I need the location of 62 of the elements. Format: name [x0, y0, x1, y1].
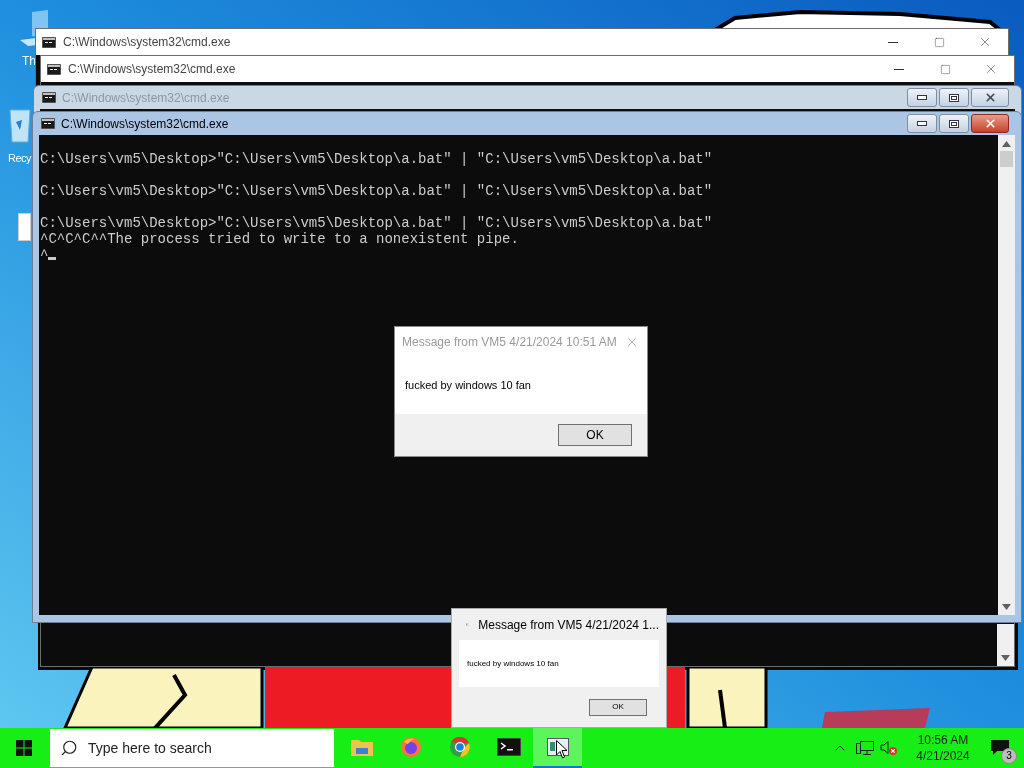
ok-button[interactable]: OK: [589, 698, 647, 716]
windows-logo-icon: [16, 740, 32, 756]
text-cursor: [48, 257, 56, 260]
minimize-icon: [917, 121, 927, 126]
search-icon: [60, 739, 78, 757]
mouse-cursor-icon: [556, 740, 568, 759]
icon-label: Recy: [8, 151, 32, 166]
maximize-button[interactable]: [939, 88, 969, 107]
console-line: ^: [40, 247, 49, 263]
maximize-icon: [933, 36, 945, 48]
network-icon[interactable]: [856, 740, 874, 756]
close-button[interactable]: [971, 114, 1009, 133]
scrollbar-thumb[interactable]: [1000, 151, 1013, 167]
terminal-icon: [496, 738, 521, 756]
maximize-button[interactable]: [939, 114, 969, 133]
console-line: C:\Users\vm5\Desktop>"C:\Users\vm5\Desktop\a.bat" | "C:\Users\vm5\Desktop\a.bat": [40, 215, 713, 231]
taskbar-app[interactable]: [533, 728, 582, 768]
console-line: C:\Users\vm5\Desktop>"C:\Users\vm5\Desktop\a.bat" | "C:\Users\vm5\Desktop\a.bat": [40, 151, 713, 169]
down-arrow-icon: [1001, 655, 1010, 661]
console-icon: [42, 92, 56, 103]
dialog-message: fucked by windows 10 fan: [405, 378, 531, 394]
icon-label: Th: [22, 53, 37, 70]
window-title: C:\Windows\system32\cmd.exe: [61, 115, 230, 133]
console-icon: [41, 118, 55, 129]
notifications-button[interactable]: 3: [976, 728, 1024, 768]
close-icon: [983, 117, 997, 130]
console-icon: [42, 36, 56, 48]
recycle-bin-icon: [8, 108, 32, 144]
maximize-icon: [939, 63, 951, 75]
firefox-icon: [399, 736, 422, 758]
window-title: C:\Windows\system32\cmd.exe: [68, 61, 237, 78]
dialog-message: fucked by windows 10 fan: [467, 657, 559, 670]
clock-date[interactable]: 4/21/2024: [916, 748, 970, 764]
console-line: ^C^C^C^^The process tried to write to a nonexistent pipe.: [40, 231, 519, 247]
console-line: C:\Users\vm5\Desktop>"C:\Users\vm5\Desktop\a.bat" | "C:\Users\vm5\Desktop\a.bat": [40, 183, 713, 201]
close-button[interactable]: [971, 88, 1009, 107]
close-icon: [978, 35, 992, 49]
minimize-icon: [894, 68, 904, 70]
scrollbar[interactable]: [998, 135, 1015, 615]
up-arrow-icon: [1002, 141, 1011, 147]
minimize-button[interactable]: [907, 114, 937, 133]
console-icon: [47, 63, 61, 75]
chrome-icon: [448, 736, 471, 758]
scrollbar[interactable]: [997, 624, 1014, 666]
clock-time[interactable]: 10:56 AM: [917, 732, 969, 748]
minimize-icon: [917, 95, 927, 100]
minimize-icon: [888, 41, 898, 43]
dialog-title: Message from VM5 4/21/2024 1...: [478, 616, 659, 634]
maximize-icon: [949, 93, 959, 102]
dialog-title: Message from VM5 4/21/2024 10:51 AM: [402, 334, 618, 351]
minimize-button[interactable]: [907, 88, 937, 107]
muted-speaker-icon[interactable]: [880, 740, 898, 756]
window-title: C:\Windows\system32\cmd.exe: [62, 89, 231, 107]
window-title: C:\Windows\system32\cmd.exe: [63, 34, 232, 51]
search-field[interactable]: Type here to search: [50, 729, 334, 767]
close-icon: [983, 91, 997, 104]
notification-badge: 3: [1001, 748, 1017, 764]
ok-button[interactable]: OK: [558, 424, 632, 446]
close-icon: [984, 62, 998, 76]
down-arrow-icon: [1002, 604, 1011, 610]
folder-icon: [350, 738, 373, 756]
maximize-icon: [949, 119, 959, 128]
